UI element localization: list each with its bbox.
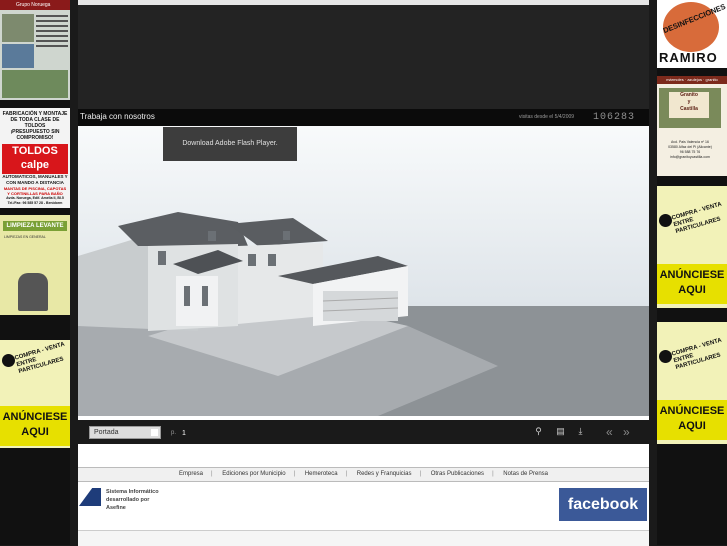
visits-label: visitas desde el 5/4/2009 — [519, 114, 575, 120]
house-render — [78, 212, 649, 416]
ad-photo — [2, 14, 34, 42]
menu-separator: | — [345, 471, 348, 477]
left-ad-column: Grupo Noruega FABRICACIÓN Y MONTAJE DE T… — [0, 0, 70, 545]
previous-icon[interactable]: « — [606, 426, 617, 438]
toldos-logo: TOLDOS calpe — [2, 144, 68, 174]
menu-separator: | — [293, 471, 296, 477]
ad-text: FABRICACIÓN Y MONTAJE DE TODA CLASE DE T… — [2, 111, 68, 141]
menu-ediciones[interactable]: Ediciones por Municipio — [222, 471, 285, 477]
menu-separator: | — [211, 471, 213, 477]
ad-header: Grupo Noruega — [0, 0, 70, 10]
ad-grupo-noruega[interactable]: Grupo Noruega — [0, 0, 70, 100]
download-icon[interactable]: ⤓ — [575, 426, 586, 437]
ad-header: mármoles · azulejos · granito — [657, 76, 727, 84]
ad-bar — [0, 326, 70, 340]
chevron-down-icon — [151, 429, 158, 436]
page-label: p. — [171, 430, 177, 436]
ad-anunciese-band: ANÚNCIESE AQUI — [657, 400, 727, 440]
ad-compra-venta: COMPRA - VENTA ENTRE PARTICULARES — [671, 201, 723, 236]
header-banner — [78, 5, 649, 109]
ad-anunciese[interactable]: COMPRA - VENTA ENTRE PARTICULARES ANÚNCI… — [0, 326, 70, 448]
ad-photo — [2, 44, 34, 68]
badge-icon — [659, 214, 672, 227]
main-content: Trabaja con nosotros visitas desde el 5/… — [78, 0, 649, 546]
ad-limpieza-levante[interactable]: LIMPIEZA LEVANTE LIMPIEZAS EN GENERAL — [0, 215, 70, 315]
ad-toldos-calpe[interactable]: FABRICACIÓN Y MONTAJE DE TODA CLASE DE T… — [0, 108, 70, 208]
ad-subtitle: LIMPIEZAS EN GENERAL — [4, 235, 46, 239]
page-select[interactable]: Portada — [89, 426, 161, 439]
zoom-icon[interactable]: ⚲ — [533, 426, 544, 437]
menu-notas[interactable]: Notas de Prensa — [503, 471, 548, 477]
badge-icon — [659, 350, 672, 363]
ad-text: MANTAS DE PISCINA, CAPOTAS Y CORTINILLAS… — [3, 186, 67, 196]
ad-desinfecciones-ramiro[interactable]: DESINFECCIONES RAMIRO — [657, 0, 727, 68]
facebook-button[interactable]: facebook — [559, 488, 647, 521]
ad-title: LIMPIEZA LEVANTE — [3, 221, 67, 231]
ad-compra-venta: COMPRA - VENTA ENTRE PARTICULARES — [671, 337, 723, 372]
ad-anunciese[interactable]: COMPRA - VENTA ENTRE PARTICULARES ANÚNCI… — [657, 186, 727, 308]
footer-menu: Empresa | Ediciones por Municipio | Hemero… — [78, 467, 649, 482]
asefine-logo[interactable] — [79, 488, 101, 506]
ad-text: AUTOMATICOS, MANUALES Y CON MANDO A DIST… — [2, 174, 68, 185]
ad-address: Avd. Pais Valencia nº 16 03580 Alfaz del… — [668, 140, 712, 159]
ad-granito-castilla[interactable]: mármoles · azulejos · granito Granito y … — [657, 76, 727, 176]
menu-hemeroteca[interactable]: Hemeroteca — [305, 471, 338, 477]
print-icon[interactable]: ▤ — [555, 426, 566, 437]
menu-otras[interactable]: Otras Publicaciones — [431, 471, 484, 477]
menu-separator: | — [419, 471, 422, 477]
visits-counter: 106283 — [593, 112, 636, 123]
viewer-controls: Portada p. 1 ⚲ ▤ ⤓ « » — [78, 420, 649, 444]
bottom-bar — [78, 530, 649, 546]
flash-viewer[interactable]: Download Adobe Flash Player. — [78, 126, 649, 416]
footer-credit: Sistema Informático desarrollado por Ase… — [106, 489, 159, 511]
ad-bar — [657, 322, 727, 336]
right-ad-column: DESINFECCIONES RAMIRO mármoles · azulejo… — [657, 0, 727, 545]
ad-anunciese-band: ANÚNCIESE AQUI — [657, 264, 727, 304]
ad-text-lines — [36, 12, 68, 50]
ad-bar — [657, 186, 727, 200]
ad-address: Avda. Noruega, Edif. Amelia II, Bl.5 Tel… — [6, 196, 64, 205]
ad-name: RAMIRO — [659, 50, 718, 65]
footer: Sistema Informático desarrollado por Ase… — [78, 482, 649, 530]
ad-photo — [2, 70, 68, 98]
ad-anunciese-band: ANÚNCIESE AQUI — [0, 406, 70, 446]
page-title: Trabaja con nosotros — [80, 112, 155, 121]
menu-redes[interactable]: Redes y Franquicias — [357, 471, 412, 477]
cleaning-machine-icon — [18, 273, 48, 311]
menu-separator: | — [492, 471, 494, 477]
granito-logo: Granito y Castilla — [669, 92, 709, 118]
spacer — [78, 444, 649, 466]
ad-compra-venta: COMPRA - VENTA ENTRE PARTICULARES — [14, 341, 66, 376]
badge-icon — [2, 354, 15, 367]
viewer-title-bar: Trabaja con nosotros visitas desde el 5/… — [78, 109, 649, 126]
ad-anunciese[interactable]: COMPRA - VENTA ENTRE PARTICULARES ANÚNCI… — [657, 322, 727, 444]
page-number: 1 — [182, 430, 186, 437]
menu-empresa[interactable]: Empresa — [179, 471, 203, 477]
next-icon[interactable]: » — [623, 426, 634, 438]
flash-player-notice[interactable]: Download Adobe Flash Player. — [163, 127, 297, 161]
